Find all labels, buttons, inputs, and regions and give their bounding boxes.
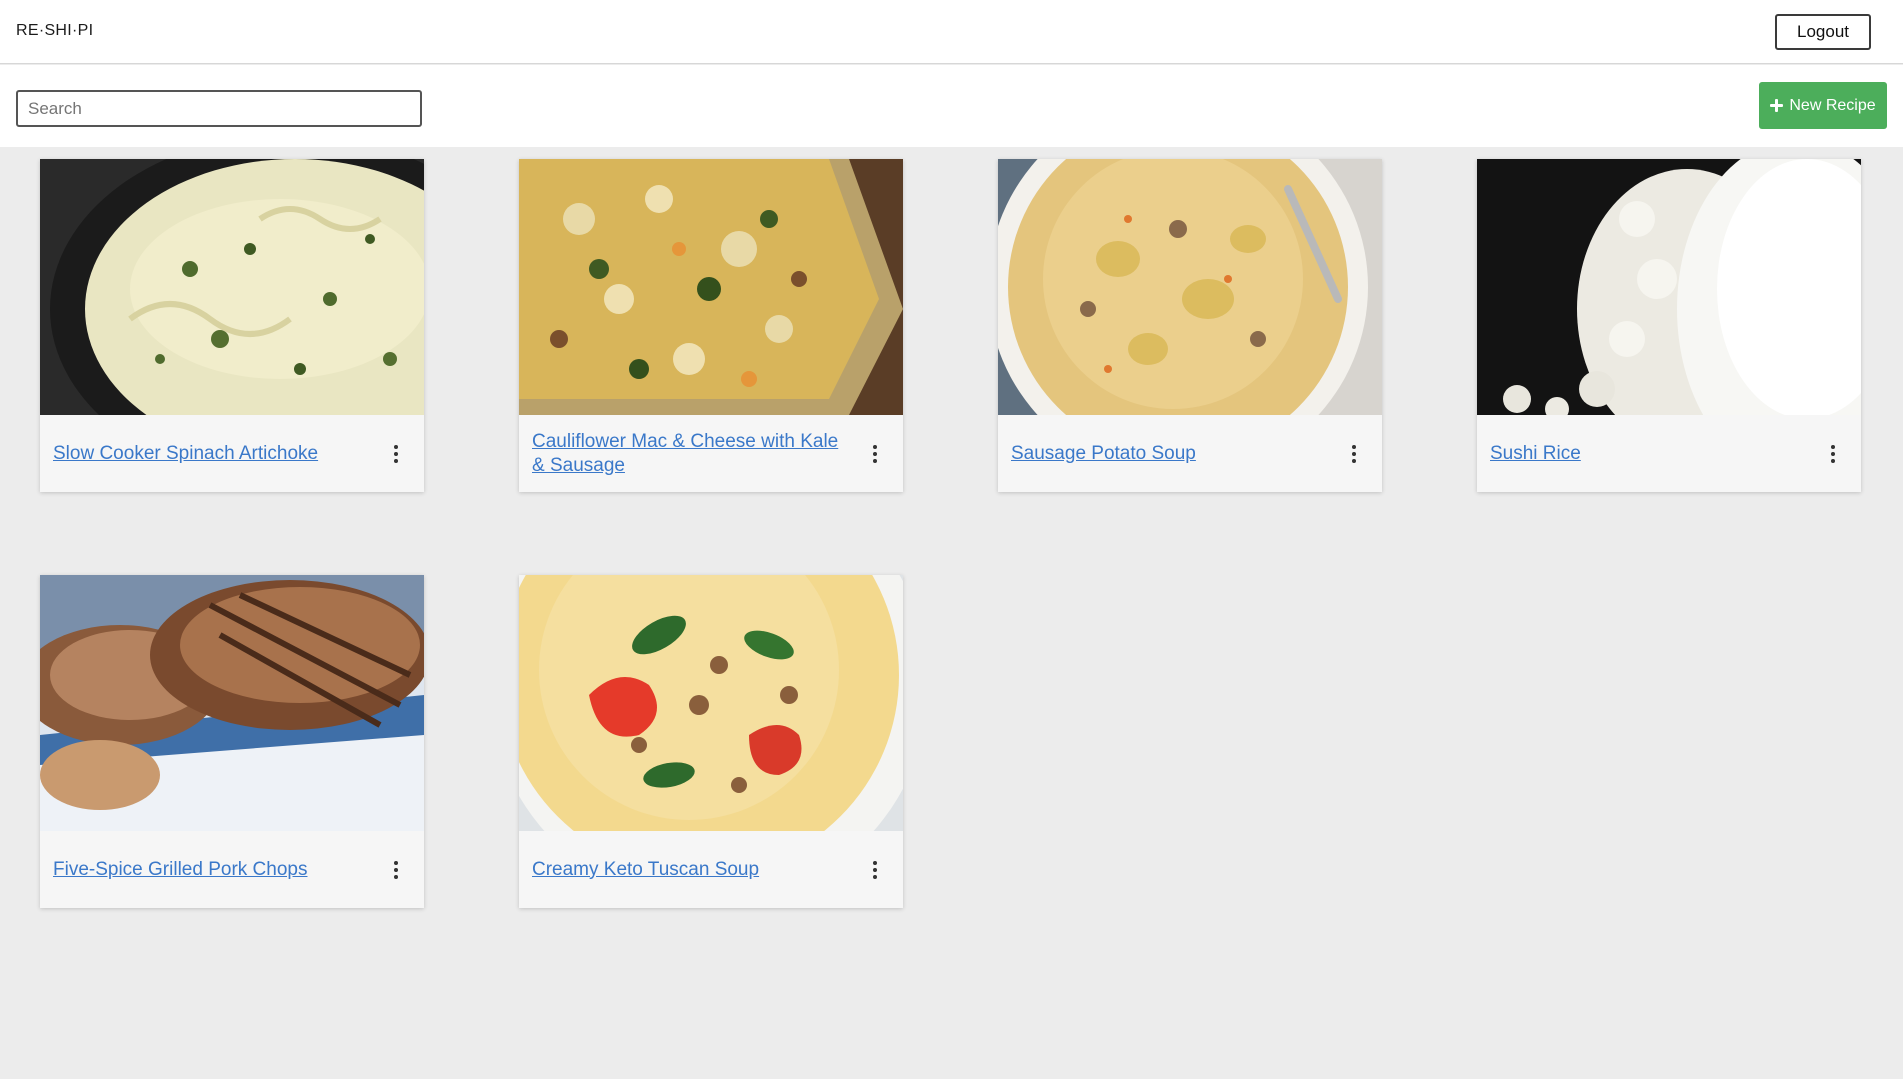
more-options-icon[interactable] xyxy=(1825,445,1841,463)
recipe-card: Slow Cooker Spinach Artichoke xyxy=(40,159,424,492)
recipe-card: Cauliflower Mac & Cheese with Kale & Sau… xyxy=(519,159,903,492)
recipe-image[interactable] xyxy=(40,575,424,831)
search-input[interactable] xyxy=(16,90,422,127)
recipe-image[interactable] xyxy=(40,159,424,415)
recipe-card: Creamy Keto Tuscan Soup xyxy=(519,575,903,908)
toolbar: New Recipe xyxy=(0,65,1903,147)
recipe-title-link[interactable]: Sausage Potato Soup xyxy=(1011,415,1331,492)
recipe-title-link[interactable]: Creamy Keto Tuscan Soup xyxy=(532,831,852,908)
more-options-icon[interactable] xyxy=(1346,445,1362,463)
recipe-card-footer: Sushi Rice xyxy=(1477,415,1861,492)
top-navbar: RE·SHI·PI Logout xyxy=(0,0,1903,64)
recipe-image[interactable] xyxy=(519,159,903,415)
recipe-image[interactable] xyxy=(998,159,1382,415)
logout-button[interactable]: Logout xyxy=(1775,14,1871,50)
recipe-card-footer: Slow Cooker Spinach Artichoke xyxy=(40,415,424,492)
recipe-card-footer: Sausage Potato Soup xyxy=(998,415,1382,492)
more-options-icon[interactable] xyxy=(388,861,404,879)
more-options-icon[interactable] xyxy=(867,445,883,463)
more-options-icon[interactable] xyxy=(388,445,404,463)
new-recipe-label: New Recipe xyxy=(1789,96,1876,114)
recipe-card: Five-Spice Grilled Pork Chops xyxy=(40,575,424,908)
plus-icon xyxy=(1770,99,1784,112)
recipe-image[interactable] xyxy=(1477,159,1861,415)
recipe-card-footer: Five-Spice Grilled Pork Chops xyxy=(40,831,424,908)
recipe-title-link[interactable]: Cauliflower Mac & Cheese with Kale & Sau… xyxy=(532,415,852,492)
app-logo[interactable]: RE·SHI·PI xyxy=(16,22,93,40)
recipe-image[interactable] xyxy=(519,575,903,831)
recipe-title-link[interactable]: Five-Spice Grilled Pork Chops xyxy=(53,831,373,908)
more-options-icon[interactable] xyxy=(867,861,883,879)
recipe-card: Sausage Potato Soup xyxy=(998,159,1382,492)
recipe-title-link[interactable]: Slow Cooker Spinach Artichoke xyxy=(53,415,373,492)
recipe-card: Sushi Rice xyxy=(1477,159,1861,492)
recipe-card-footer: Cauliflower Mac & Cheese with Kale & Sau… xyxy=(519,415,903,492)
recipe-card-footer: Creamy Keto Tuscan Soup xyxy=(519,831,903,908)
recipe-title-link[interactable]: Sushi Rice xyxy=(1490,415,1810,492)
new-recipe-button[interactable]: New Recipe xyxy=(1759,82,1887,129)
